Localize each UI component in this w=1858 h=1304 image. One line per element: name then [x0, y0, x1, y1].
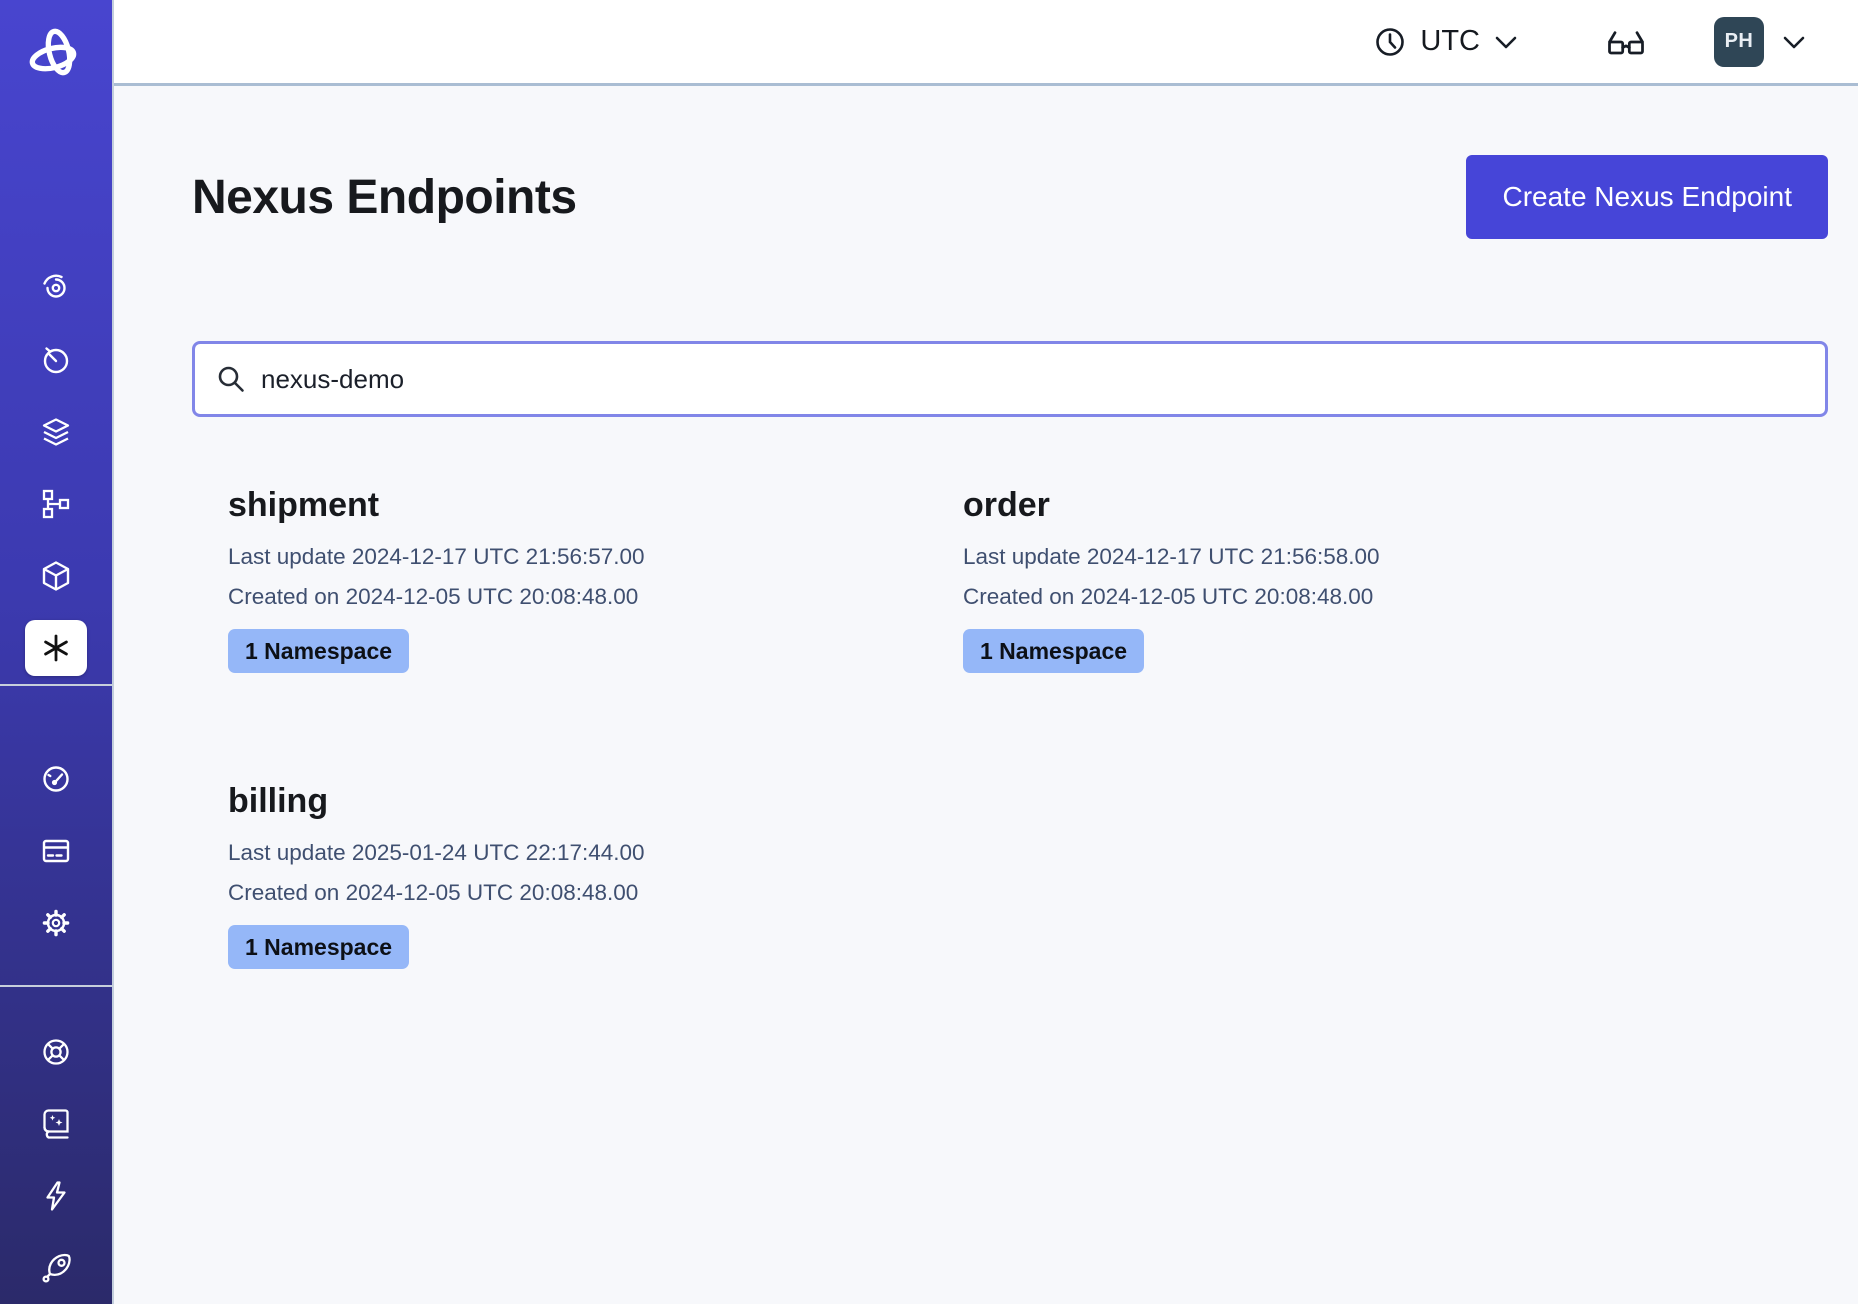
lightning-icon: [38, 1178, 74, 1214]
billing-card-icon: [38, 833, 74, 869]
endpoint-name: order: [963, 483, 1828, 527]
sidebar-item-docs-book[interactable]: [25, 1096, 87, 1152]
chevron-down-icon: [1492, 32, 1520, 52]
timezone-label: UTC: [1420, 25, 1480, 58]
sidebar-item-eye-spiral[interactable]: [25, 260, 87, 316]
create-nexus-endpoint-button[interactable]: Create Nexus Endpoint: [1466, 155, 1828, 239]
endpoint-card-billing[interactable]: billing Last update 2025-01-24 UTC 22:17…: [228, 779, 963, 969]
sidebar-item-cube[interactable]: [25, 548, 87, 604]
sidebar-item-support-lifebuoy[interactable]: [25, 1024, 87, 1080]
sidebar-nav-primary: [0, 260, 112, 676]
endpoint-created-on: Created on 2024-12-05 UTC 20:08:48.00: [228, 873, 963, 913]
temporal-logo[interactable]: [27, 26, 85, 84]
endpoint-last-update: Last update 2024-12-17 UTC 21:56:58.00: [963, 537, 1828, 577]
account-menu[interactable]: PH: [1714, 17, 1808, 67]
glasses-icon: [1604, 24, 1648, 60]
sidebar-item-rocket[interactable]: [25, 1240, 87, 1296]
branch-graph-icon: [38, 486, 74, 522]
sidebar-item-layers[interactable]: [25, 404, 87, 460]
nexus-asterisk-icon: [38, 630, 74, 666]
sidebar-divider: [0, 985, 113, 987]
search-input[interactable]: [261, 364, 1805, 395]
layers-icon: [38, 414, 74, 450]
namespace-badge: 1 Namespace: [228, 925, 409, 969]
glasses-view-button[interactable]: [1604, 24, 1648, 60]
avatar: PH: [1714, 17, 1764, 67]
temporal-logo-icon: [27, 26, 85, 84]
sidebar-nav-account: [0, 751, 112, 951]
sidebar-item-billing-card[interactable]: [25, 823, 87, 879]
sidebar-item-branch-graph[interactable]: [25, 476, 87, 532]
endpoint-created-on: Created on 2024-12-05 UTC 20:08:48.00: [963, 577, 1828, 617]
namespace-badge: 1 Namespace: [963, 629, 1144, 673]
cube-icon: [38, 558, 74, 594]
endpoint-cards: shipment Last update 2024-12-17 UTC 21:5…: [192, 483, 1828, 969]
gauge-icon: [38, 761, 74, 797]
main-content: Nexus Endpoints Create Nexus Endpoint sh…: [114, 86, 1858, 1304]
timer-icon: [38, 342, 74, 378]
endpoint-last-update: Last update 2024-12-17 UTC 21:56:57.00: [228, 537, 963, 577]
rocket-icon: [38, 1250, 74, 1286]
search-icon: [215, 363, 247, 395]
endpoint-created-on: Created on 2024-12-05 UTC 20:08:48.00: [228, 577, 963, 617]
sidebar-item-lightning[interactable]: [25, 1168, 87, 1224]
search-bar: [192, 341, 1828, 417]
namespace-badge: 1 Namespace: [228, 629, 409, 673]
eye-spiral-icon: [38, 270, 74, 306]
top-header: UTC PH: [114, 0, 1858, 86]
endpoint-name: billing: [228, 779, 963, 823]
endpoint-card-shipment[interactable]: shipment Last update 2024-12-17 UTC 21:5…: [228, 483, 963, 673]
page-title: Nexus Endpoints: [192, 170, 577, 225]
sidebar-divider: [0, 684, 113, 686]
endpoint-last-update: Last update 2025-01-24 UTC 22:17:44.00: [228, 833, 963, 873]
sidebar-item-nexus[interactable]: [25, 620, 87, 676]
gear-icon: [38, 905, 74, 941]
sidebar-item-timer[interactable]: [25, 332, 87, 388]
endpoint-card-order[interactable]: order Last update 2024-12-17 UTC 21:56:5…: [963, 483, 1828, 673]
lifebuoy-icon: [38, 1034, 74, 1070]
sidebar-item-gauge[interactable]: [25, 751, 87, 807]
timezone-selector[interactable]: UTC: [1372, 24, 1520, 60]
clock-icon: [1372, 24, 1408, 60]
endpoint-name: shipment: [228, 483, 963, 527]
sidebar-item-settings-gear[interactable]: [25, 895, 87, 951]
sidebar-nav-help: [0, 1024, 112, 1296]
chevron-down-icon: [1780, 32, 1808, 52]
docs-book-icon: [38, 1106, 74, 1142]
sidebar: [0, 0, 114, 1304]
